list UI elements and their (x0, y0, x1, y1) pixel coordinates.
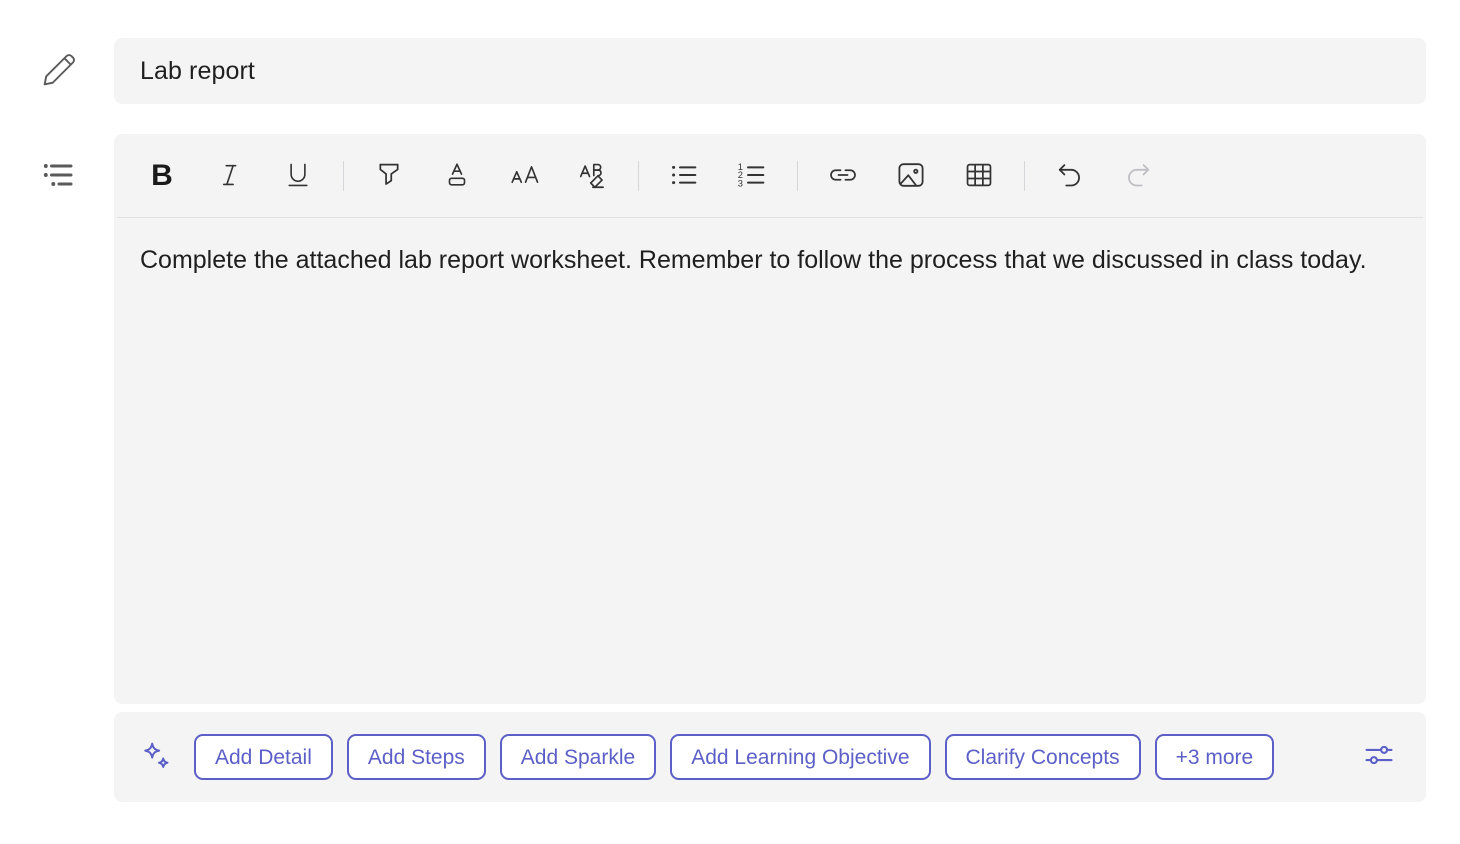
toolbar-divider-3 (797, 161, 798, 191)
clear-formatting-button[interactable] (570, 153, 616, 199)
bulleted-list-icon (668, 159, 700, 194)
font-color-button[interactable] (434, 153, 480, 199)
numbered-list-icon: 1 2 3 (736, 159, 768, 194)
undo-icon (1054, 159, 1086, 194)
font-color-icon (442, 160, 472, 193)
svg-text:3: 3 (738, 178, 743, 188)
toolbar-divider-4 (1024, 161, 1025, 191)
underline-button[interactable] (275, 153, 321, 199)
chip-clarify-concepts[interactable]: Clarify Concepts (944, 734, 1141, 780)
bulleted-list-button[interactable] (661, 153, 707, 199)
sliders-icon (1362, 738, 1396, 777)
font-size-icon (509, 159, 541, 194)
chip-add-steps[interactable]: Add Steps (346, 734, 486, 780)
bold-button[interactable]: B (139, 153, 185, 199)
assignment-title-field[interactable]: Lab report (114, 38, 1426, 104)
instructions-editor: B 1 2 3 Complete the attached lab report… (114, 134, 1426, 704)
toolbar-divider-1 (343, 161, 344, 191)
toolbar-divider-2 (638, 161, 639, 191)
chip-add-learning-objective[interactable]: Add Learning Objective (670, 734, 931, 780)
chip-add-detail[interactable]: Add Detail (194, 734, 333, 780)
formatting-toolbar: B 1 2 3 (114, 134, 1426, 218)
font-size-button[interactable] (502, 153, 548, 199)
table-icon (963, 159, 995, 194)
image-icon (895, 159, 927, 194)
insert-image-button[interactable] (888, 153, 934, 199)
link-icon (827, 159, 859, 194)
instructions-text: Complete the attached lab report workshe… (140, 246, 1367, 274)
left-rail (0, 0, 114, 844)
chip-more-suggestions[interactable]: +3 more (1154, 734, 1275, 780)
insert-table-button[interactable] (956, 153, 1002, 199)
instructions-body[interactable]: Complete the attached lab report workshe… (114, 218, 1426, 281)
assignment-editor-page: Lab report B 1 2 3 Complete the attached… (0, 0, 1460, 844)
redo-button[interactable] (1115, 153, 1161, 199)
pencil-icon (36, 47, 82, 93)
redo-icon (1122, 159, 1154, 194)
chip-add-sparkle[interactable]: Add Sparkle (499, 734, 657, 780)
sparkle-icon (140, 740, 174, 774)
numbered-list-button[interactable]: 1 2 3 (729, 153, 775, 199)
underline-icon (283, 160, 313, 193)
assignment-title-value: Lab report (140, 56, 255, 85)
undo-button[interactable] (1047, 153, 1093, 199)
clear-formatting-icon (577, 159, 609, 194)
insert-link-button[interactable] (820, 153, 866, 199)
bold-icon: B (151, 159, 173, 192)
suggestion-settings-button[interactable] (1356, 734, 1402, 780)
italic-icon (215, 160, 245, 193)
italic-button[interactable] (207, 153, 253, 199)
suggestion-chip-list: Add Detail Add Steps Add Sparkle Add Lea… (194, 734, 1342, 780)
highlighter-icon (373, 159, 405, 194)
ai-suggestions-bar: Add Detail Add Steps Add Sparkle Add Lea… (114, 712, 1426, 802)
highlight-button[interactable] (366, 153, 412, 199)
indented-list-icon (36, 152, 82, 198)
